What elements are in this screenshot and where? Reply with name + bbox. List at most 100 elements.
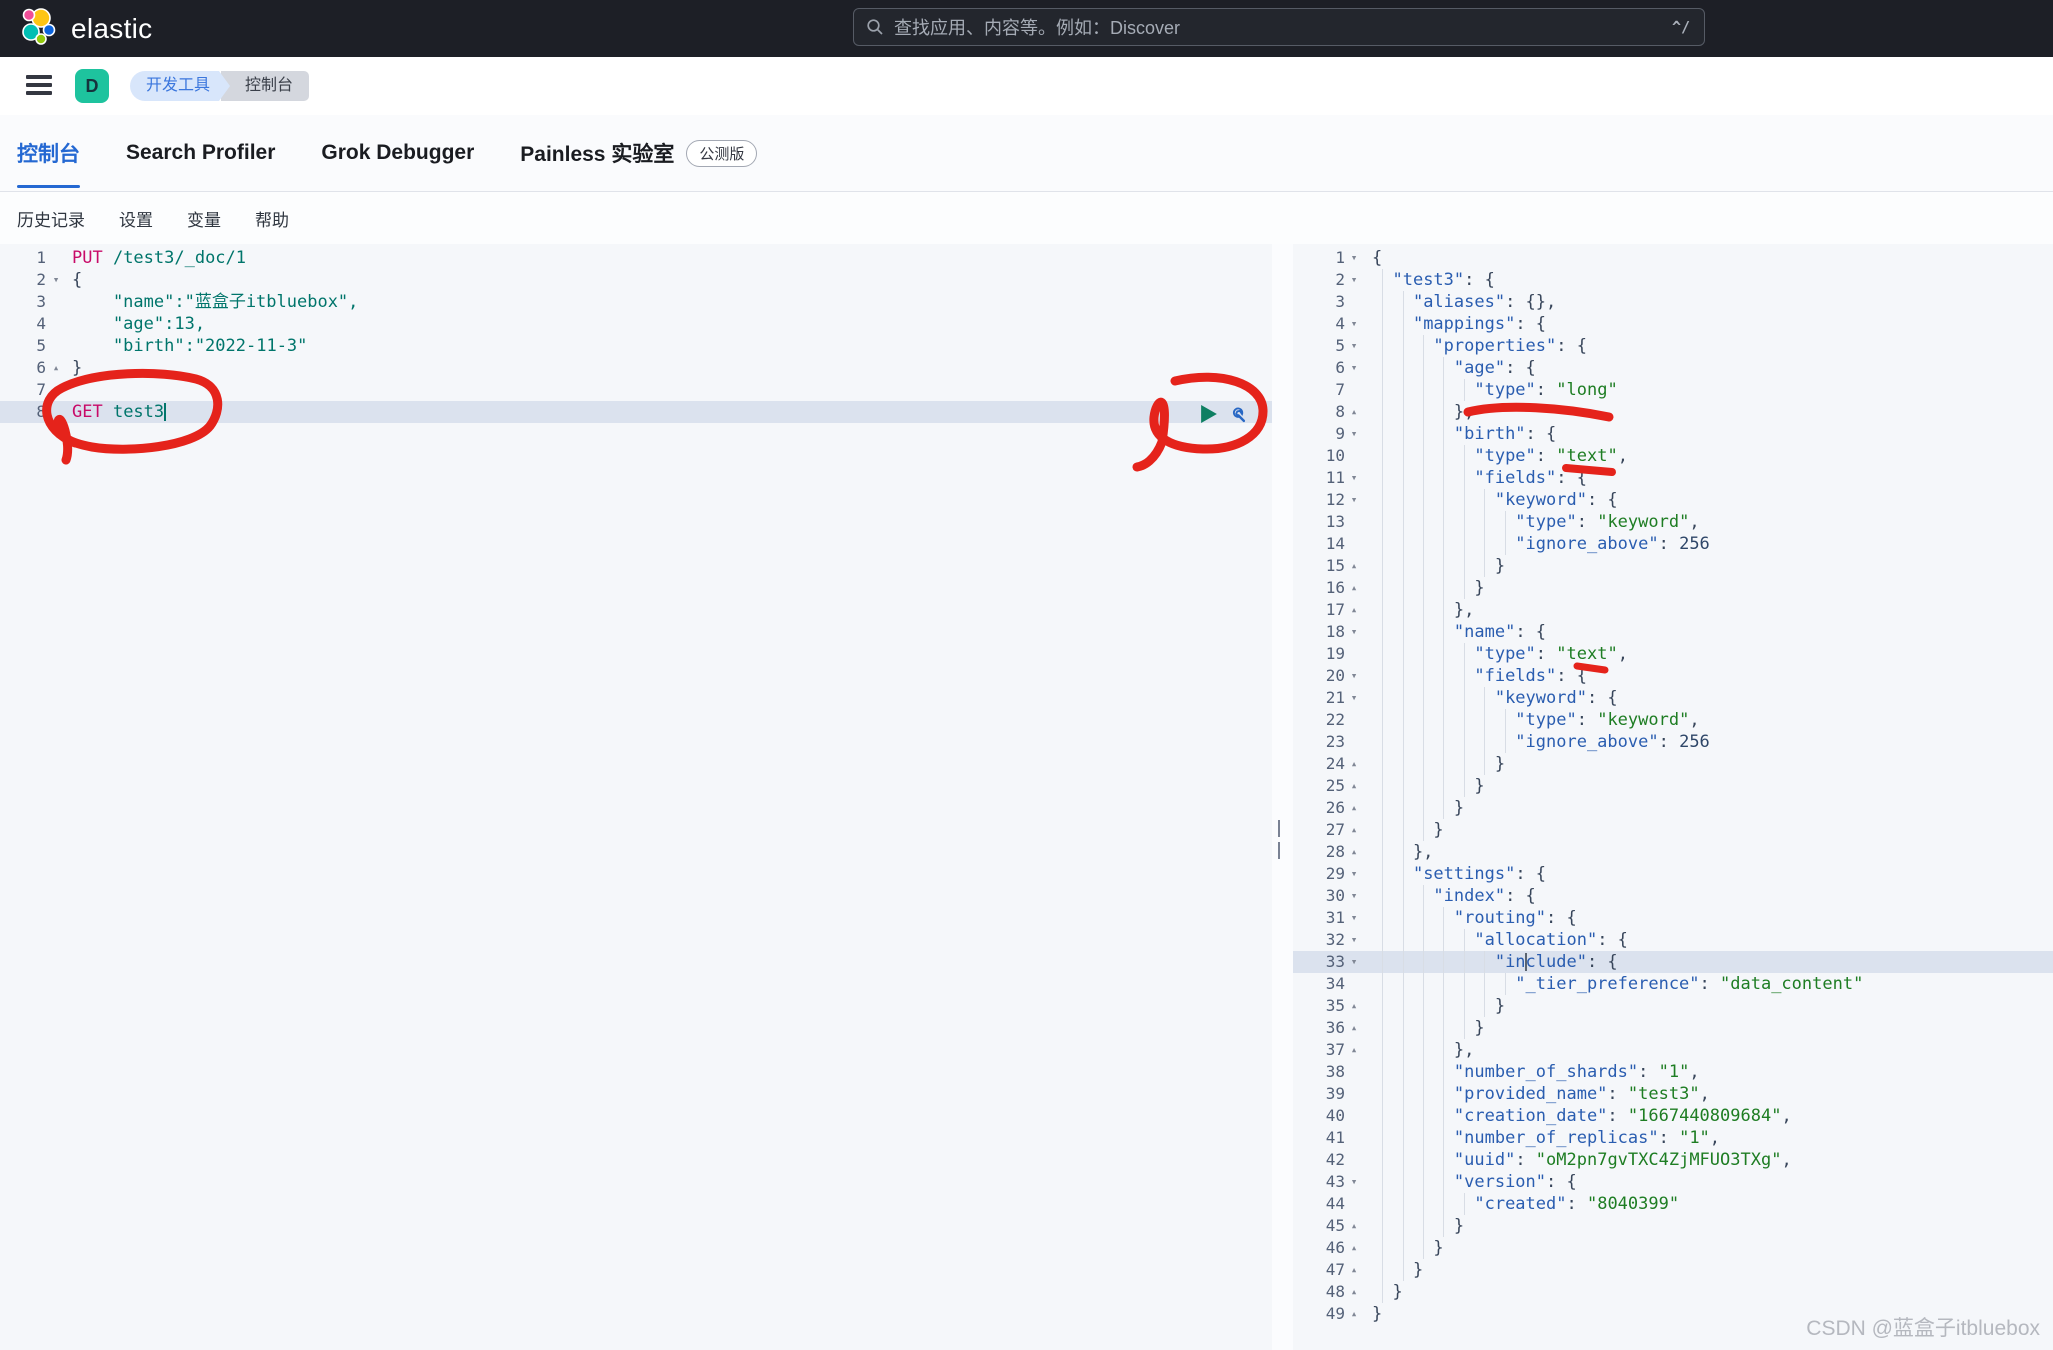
tab-console[interactable]: 控制台	[17, 115, 80, 191]
code-line[interactable]: 34 "_tier_preference": "data_content"	[1293, 973, 2053, 995]
code-line[interactable]: 7	[0, 379, 1272, 401]
fold-close-icon[interactable]: ▴	[1345, 599, 1363, 621]
code-line[interactable]: 36▴ }	[1293, 1017, 2053, 1039]
fold-close-icon[interactable]: ▴	[1345, 1281, 1363, 1303]
code-line[interactable]: 22 "type": "keyword",	[1293, 709, 2053, 731]
code-line[interactable]: 18▾ "name": {	[1293, 621, 2053, 643]
code-line[interactable]: 39 "provided_name": "test3",	[1293, 1083, 2053, 1105]
fold-close-icon[interactable]: ▴	[1345, 775, 1363, 797]
fold-open-icon[interactable]: ▾	[1345, 313, 1363, 335]
fold-open-icon[interactable]: ▾	[1345, 665, 1363, 687]
splitter-handle-icon[interactable]	[1278, 820, 1287, 837]
fold-open-icon[interactable]: ▾	[1345, 467, 1363, 489]
code-line[interactable]: 23 "ignore_above": 256	[1293, 731, 2053, 753]
fold-open-icon[interactable]: ▾	[1345, 621, 1363, 643]
code-line[interactable]: 25▴ }	[1293, 775, 2053, 797]
code-line[interactable]: 37▴ },	[1293, 1039, 2053, 1061]
fold-open-icon[interactable]: ▾	[1345, 247, 1363, 269]
wrench-icon[interactable]	[1226, 403, 1248, 425]
code-line[interactable]: 5 "birth":"2022-11-3"	[0, 335, 1272, 357]
menu-hamburger-icon[interactable]	[26, 75, 52, 97]
fold-close-icon[interactable]: ▴	[1345, 1259, 1363, 1281]
fold-close-icon[interactable]: ▴	[1345, 841, 1363, 863]
code-line[interactable]: 5▾ "properties": {	[1293, 335, 2053, 357]
play-request-icon[interactable]	[1200, 405, 1218, 423]
fold-open-icon[interactable]: ▾	[1345, 907, 1363, 929]
fold-open-icon[interactable]: ▾	[1345, 269, 1363, 291]
code-line[interactable]: 4▾ "mappings": {	[1293, 313, 2053, 335]
code-line[interactable]: 30▾ "index": {	[1293, 885, 2053, 907]
code-line[interactable]: 2▾ "test3": {	[1293, 269, 2053, 291]
tab-grok-debugger[interactable]: Grok Debugger	[321, 115, 474, 191]
code-line[interactable]: 15▴ }	[1293, 555, 2053, 577]
brand-wordmark[interactable]: elastic	[71, 13, 152, 45]
code-line[interactable]: 9▾ "birth": {	[1293, 423, 2053, 445]
fold-close-icon[interactable]: ▴	[1345, 995, 1363, 1017]
code-line[interactable]: 14 "ignore_above": 256	[1293, 533, 2053, 555]
code-line[interactable]: 8▴ },	[1293, 401, 2053, 423]
fold-open-icon[interactable]: ▾	[1345, 863, 1363, 885]
code-line[interactable]: 26▴ }	[1293, 797, 2053, 819]
fold-close-icon[interactable]: ▴	[1345, 1303, 1363, 1325]
code-line[interactable]: 20▾ "fields": {	[1293, 665, 2053, 687]
code-line[interactable]: 19 "type": "text",	[1293, 643, 2053, 665]
code-line[interactable]: 13 "type": "keyword",	[1293, 511, 2053, 533]
code-line[interactable]: 43▾ "version": {	[1293, 1171, 2053, 1193]
fold-close-icon[interactable]: ▴	[1345, 401, 1363, 423]
code-line[interactable]: 31▾ "routing": {	[1293, 907, 2053, 929]
code-line[interactable]: 45▴ }	[1293, 1215, 2053, 1237]
menu-variables[interactable]: 变量	[187, 206, 221, 231]
fold-open-icon[interactable]: ▾	[1345, 423, 1363, 445]
request-editor[interactable]: 1PUT /test3/_doc/12▾{3 "name":"蓝盒子itblue…	[0, 244, 1272, 1350]
fold-close-icon[interactable]: ▴	[1345, 1215, 1363, 1237]
code-line[interactable]: 12▾ "keyword": {	[1293, 489, 2053, 511]
code-line[interactable]: 1▾{	[1293, 247, 2053, 269]
tab-painless-lab[interactable]: Painless 实验室 公测版	[520, 115, 757, 191]
menu-settings[interactable]: 设置	[119, 206, 153, 231]
fold-open-icon[interactable]: ▾	[1345, 357, 1363, 379]
space-avatar[interactable]: D	[75, 69, 109, 103]
code-line[interactable]: 29▾ "settings": {	[1293, 863, 2053, 885]
code-line[interactable]: 35▴ }	[1293, 995, 2053, 1017]
code-line[interactable]: 16▴ }	[1293, 577, 2053, 599]
fold-open-icon[interactable]: ▾	[1345, 885, 1363, 907]
code-line[interactable]: 46▴ }	[1293, 1237, 2053, 1259]
code-line[interactable]: 21▾ "keyword": {	[1293, 687, 2053, 709]
code-line[interactable]: 48▴ }	[1293, 1281, 2053, 1303]
code-line[interactable]: 3 "name":"蓝盒子itbluebox",	[0, 291, 1272, 313]
code-line[interactable]: 10 "type": "text",	[1293, 445, 2053, 467]
code-line[interactable]: 38 "number_of_shards": "1",	[1293, 1061, 2053, 1083]
fold-close-icon[interactable]: ▴	[1345, 753, 1363, 775]
code-line[interactable]: 47▴ }	[1293, 1259, 2053, 1281]
code-line[interactable]: 32▾ "allocation": {	[1293, 929, 2053, 951]
fold-open-icon[interactable]: ▾	[46, 269, 66, 291]
fold-close-icon[interactable]: ▴	[1345, 797, 1363, 819]
code-line[interactable]: 24▴ }	[1293, 753, 2053, 775]
fold-close-icon[interactable]: ▴	[1345, 1237, 1363, 1259]
code-line[interactable]: 44 "created": "8040399"	[1293, 1193, 2053, 1215]
fold-open-icon[interactable]: ▾	[1345, 687, 1363, 709]
code-line[interactable]: 8GET test3	[0, 401, 1272, 423]
menu-history[interactable]: 历史记录	[17, 206, 85, 231]
tab-search-profiler[interactable]: Search Profiler	[126, 115, 275, 191]
fold-close-icon[interactable]: ▴	[1345, 1017, 1363, 1039]
code-line[interactable]: 40 "creation_date": "1667440809684",	[1293, 1105, 2053, 1127]
fold-close-icon[interactable]: ▴	[46, 357, 66, 379]
code-line[interactable]: 3 "aliases": {},	[1293, 291, 2053, 313]
code-line[interactable]: 4 "age":13,	[0, 313, 1272, 335]
fold-close-icon[interactable]: ▴	[1345, 577, 1363, 599]
panel-splitter[interactable]	[1272, 244, 1293, 1350]
code-line[interactable]: 11▾ "fields": {	[1293, 467, 2053, 489]
response-output[interactable]: 1▾{2▾ "test3": {3 "aliases": {},4▾ "mapp…	[1293, 244, 2053, 1350]
fold-open-icon[interactable]: ▾	[1345, 335, 1363, 357]
code-line[interactable]: 6▾ "age": {	[1293, 357, 2053, 379]
fold-open-icon[interactable]: ▾	[1345, 489, 1363, 511]
code-line[interactable]: 6▴}	[0, 357, 1272, 379]
code-line[interactable]: 7 "type": "long"	[1293, 379, 2053, 401]
code-line[interactable]: 33▾ "include": {	[1293, 951, 2053, 973]
menu-help[interactable]: 帮助	[255, 206, 289, 231]
code-line[interactable]: 2▾{	[0, 269, 1272, 291]
fold-close-icon[interactable]: ▴	[1345, 1039, 1363, 1061]
code-line[interactable]: 17▴ },	[1293, 599, 2053, 621]
fold-close-icon[interactable]: ▴	[1345, 555, 1363, 577]
